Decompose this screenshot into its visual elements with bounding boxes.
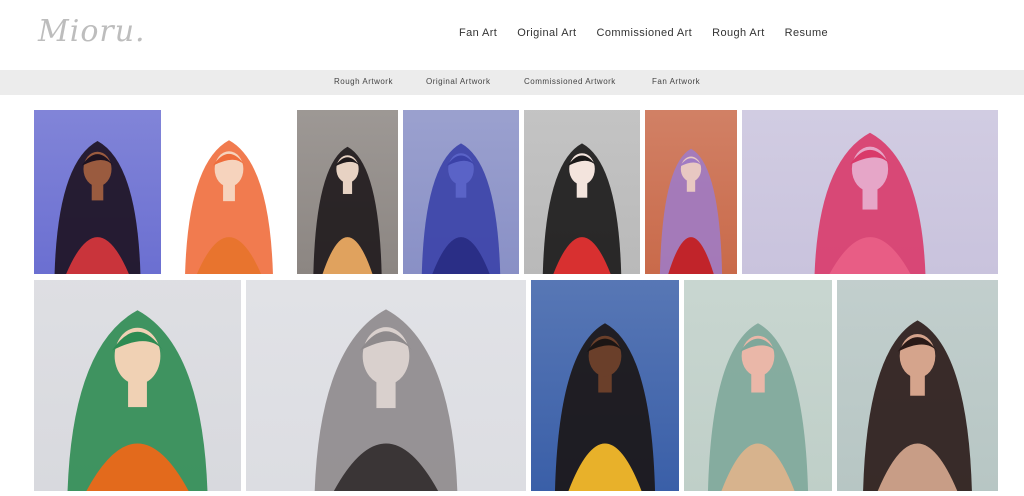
- artwork-horned-girl-sketch[interactable]: [164, 110, 294, 274]
- nav-resume[interactable]: Resume: [785, 27, 828, 39]
- subnav-fan-artwork[interactable]: Fan Artwork: [652, 77, 700, 86]
- artwork-dark-smoke-girl[interactable]: [297, 110, 398, 274]
- artwork-image: [742, 110, 998, 274]
- artwork-image: [531, 280, 679, 491]
- nav-rough-art[interactable]: Rough Art: [712, 27, 765, 39]
- artwork-image: [837, 280, 998, 491]
- artwork-fox-ear-girl[interactable]: [837, 280, 998, 491]
- subnav-rough-artwork[interactable]: Rough Artwork: [334, 77, 393, 86]
- artwork-image: [164, 110, 294, 274]
- main-nav: Fan Art Original Art Commissioned Art Ro…: [459, 27, 848, 39]
- site-header: Mioru. Fan Art Original Art Commissioned…: [0, 0, 1024, 70]
- artwork-image: [297, 110, 398, 274]
- artwork-forest-sorceress[interactable]: [531, 280, 679, 491]
- artwork-image: [403, 110, 519, 274]
- artwork-image: [684, 280, 832, 491]
- artwork-red-hat-woman[interactable]: [34, 110, 161, 274]
- artwork-image: [645, 110, 737, 274]
- nav-fan-art[interactable]: Fan Art: [459, 27, 497, 39]
- artwork-image: [524, 110, 640, 274]
- site-logo[interactable]: Mioru.: [38, 14, 146, 49]
- sub-nav: Rough Artwork Original Artwork Commissio…: [0, 70, 1024, 95]
- nav-original-art[interactable]: Original Art: [517, 27, 576, 39]
- artwork-image: [246, 280, 526, 491]
- artwork-elf-with-wine[interactable]: [524, 110, 640, 274]
- artwork-image: [34, 280, 241, 491]
- nav-commissioned-art[interactable]: Commissioned Art: [596, 27, 692, 39]
- artwork-rose-demon-girl[interactable]: [645, 110, 737, 274]
- artwork-witch-pumpkins[interactable]: [34, 280, 241, 491]
- artwork-horned-silver-hair[interactable]: [246, 280, 526, 491]
- subnav-commissioned-artwork[interactable]: Commissioned Artwork: [524, 77, 616, 86]
- subnav-original-artwork[interactable]: Original Artwork: [426, 77, 490, 86]
- artwork-blue-alien-woman[interactable]: [403, 110, 519, 274]
- artwork-image: [34, 110, 161, 274]
- artwork-green-hair-floral[interactable]: [684, 280, 832, 491]
- artwork-three-girls[interactable]: [742, 110, 998, 274]
